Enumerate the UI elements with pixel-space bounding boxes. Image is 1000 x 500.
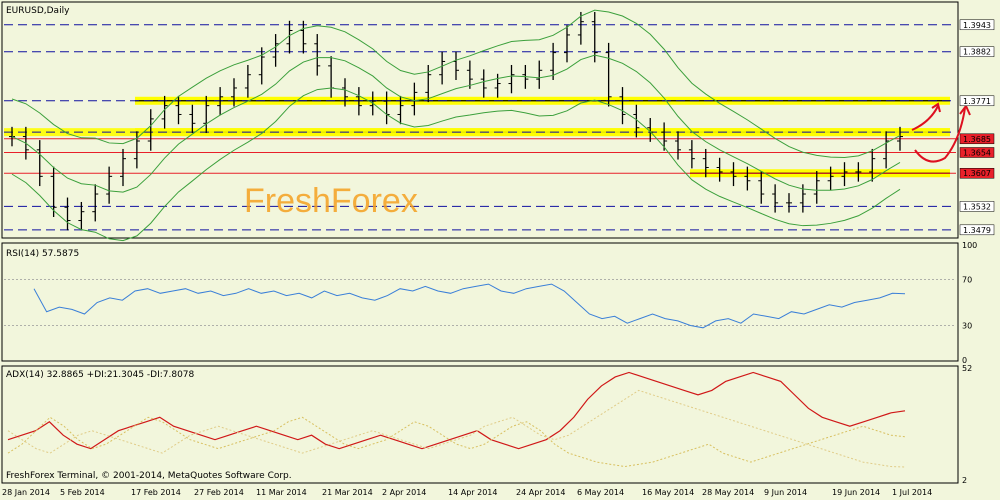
x-tick-label: 16 May 2014 xyxy=(642,488,694,497)
price-label: 1.3685 xyxy=(963,135,991,144)
price-label: 1.3607 xyxy=(963,169,991,178)
rsi-line xyxy=(33,283,906,329)
footer-copyright: FreshForex Terminal, © 2001-2014, MetaQu… xyxy=(6,471,292,481)
x-tick-label: 5 Feb 2014 xyxy=(60,488,105,497)
adx-line xyxy=(7,371,906,450)
x-tick-label: 19 Jun 2014 xyxy=(832,488,880,497)
x-tick-label: 6 May 2014 xyxy=(577,488,624,497)
x-tick-label: 2 Apr 2014 xyxy=(382,488,426,497)
x-tick-label: 17 Feb 2014 xyxy=(131,488,181,497)
plus-di-line xyxy=(7,416,906,468)
price-label: 1.3943 xyxy=(963,21,991,30)
price-label: 1.3479 xyxy=(963,226,991,235)
chart-window: 1.3943 1.3882 1.3771 1.3685 1.3654 1.3607 1.35… xyxy=(0,0,1000,500)
x-tick-label: 27 Feb 2014 xyxy=(194,488,244,497)
x-tick-label: 21 Mar 2014 xyxy=(322,488,373,497)
adx-tick-label: 52 xyxy=(962,364,972,373)
price-label: 1.3532 xyxy=(963,202,991,211)
x-tick-label: 24 Apr 2014 xyxy=(516,488,565,497)
bollinger-band-line xyxy=(11,87,901,242)
x-tick-label: 11 Mar 2014 xyxy=(256,488,307,497)
rsi-tick-label: 30 xyxy=(962,322,972,331)
rsi-tick-label: 70 xyxy=(962,276,972,285)
watermark: FreshForex xyxy=(244,182,418,220)
adx-plot xyxy=(7,371,906,468)
price-label: 1.3654 xyxy=(963,148,991,157)
rsi-title: RSI(14) 57.5875 xyxy=(6,249,79,259)
adx-panel-frame xyxy=(1,365,959,484)
main-panel-frame xyxy=(1,1,959,239)
price-label: 1.3882 xyxy=(963,48,991,57)
rsi-tick-label: 100 xyxy=(962,241,977,250)
chart-canvas: 1.3943 1.3882 1.3771 1.3685 1.3654 1.3607 1.35… xyxy=(1,1,995,497)
price-chart-title: EURUSD,Daily xyxy=(6,6,70,16)
x-tick-label: 28 Jan 2014 xyxy=(2,488,50,497)
adx-title: ADX(14) 32.8865 +DI:21.3045 -DI:7.8078 xyxy=(6,370,195,380)
x-tick-label: 1 Jul 2014 xyxy=(892,488,932,497)
adx-tick-label: 2 xyxy=(962,476,967,485)
rsi-panel-frame xyxy=(1,242,959,362)
price-label: 1.3771 xyxy=(963,97,991,106)
x-tick-label: 14 Apr 2014 xyxy=(448,488,497,497)
x-tick-label: 9 Jun 2014 xyxy=(764,488,807,497)
forecast-arrow xyxy=(911,105,939,131)
x-tick-label: 28 May 2014 xyxy=(702,488,754,497)
rsi-plot xyxy=(4,279,956,329)
price-plot xyxy=(4,9,971,242)
